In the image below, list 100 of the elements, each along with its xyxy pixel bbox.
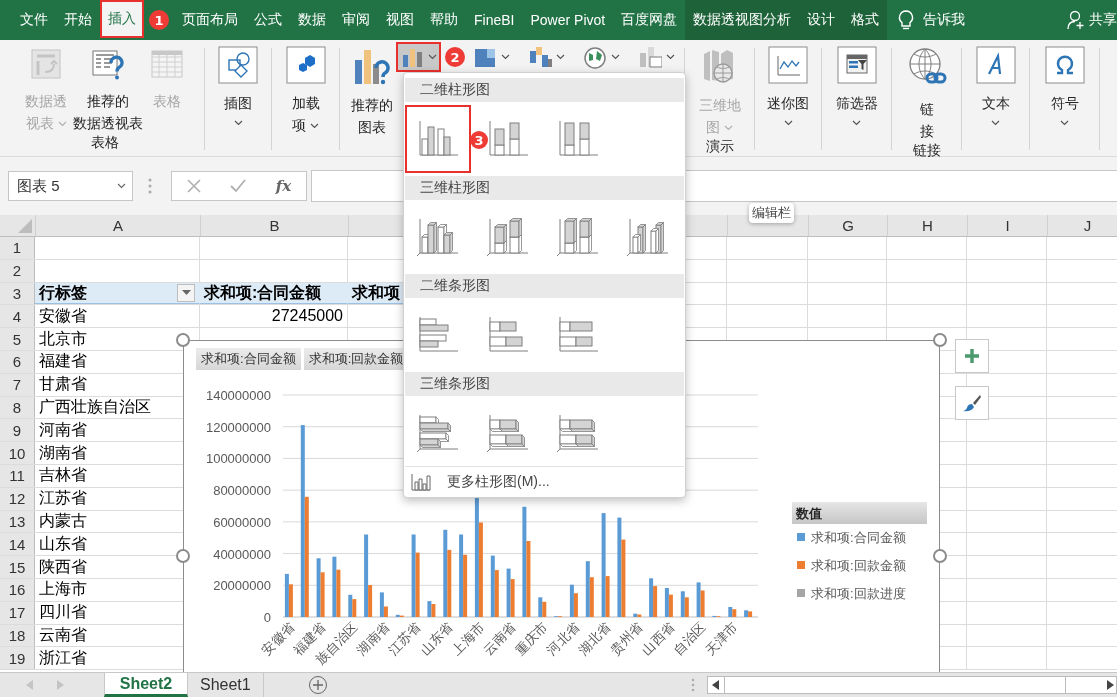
ribbon-tab[interactable]: 插入 — [100, 0, 144, 38]
select-all-icon — [18, 219, 32, 233]
ribbon-tab[interactable]: 帮助 — [422, 0, 466, 40]
pivot-table-icon — [28, 46, 64, 82]
column-header[interactable]: A — [113, 217, 123, 234]
sheet-tab[interactable]: Sheet1 — [188, 673, 264, 697]
sheet-tab[interactable]: Sheet2 — [104, 673, 188, 697]
lightbulb-icon — [897, 9, 916, 31]
horizontal-scrollbar[interactable] — [707, 676, 1117, 694]
ribbon-tab[interactable]: FineBI — [466, 0, 523, 40]
legend-label[interactable]: 求和项:回款进度 — [811, 586, 906, 601]
chart-styles-button[interactable] — [955, 386, 989, 420]
table-cell-text: 福建省 — [39, 351, 87, 372]
chart-type-option[interactable] — [625, 216, 671, 258]
ribbon-tab[interactable]: 页面布局 — [174, 0, 246, 40]
chart-type-button[interactable] — [396, 42, 441, 72]
caret-icon — [501, 54, 510, 60]
chart-type-option[interactable] — [405, 105, 471, 173]
column-header[interactable]: G — [842, 217, 854, 234]
ribbon-button[interactable]: 迷你图 — [764, 42, 812, 150]
dropdown-arrow-icon — [181, 290, 191, 296]
resize-handle[interactable] — [933, 333, 947, 347]
caret-icon — [428, 54, 437, 60]
chart-type-option[interactable] — [415, 412, 461, 454]
chart-elements-button[interactable] — [955, 339, 989, 373]
legend-label[interactable]: 求和项:合同金额 — [811, 530, 906, 545]
ribbon-button[interactable]: 加载 项 — [282, 42, 329, 150]
ribbon-tab[interactable]: 开始 — [56, 0, 100, 40]
ribbon-tab[interactable]: 数据透视图分析 — [685, 0, 800, 40]
chart-preview-icon — [556, 119, 600, 159]
scroll-thumb[interactable] — [724, 677, 1066, 693]
sparkline-icon — [768, 46, 808, 84]
chart-preview-icon — [416, 119, 460, 159]
ribbon-tab[interactable]: Power Pivot — [522, 0, 614, 40]
chart-preview-icon — [486, 217, 530, 257]
share-button[interactable]: 共享 — [1067, 0, 1117, 40]
chart-type-option[interactable] — [555, 412, 601, 454]
chart-type-option[interactable] — [415, 216, 461, 258]
table-cell-text: 山东省 — [39, 533, 87, 554]
caret-icon — [666, 54, 675, 60]
ribbon-button[interactable]: 文本 — [972, 42, 1019, 150]
chart-type-option[interactable] — [555, 216, 601, 258]
tooltip: 编辑栏 — [749, 203, 794, 223]
legend-title: 数值 — [796, 506, 822, 521]
step-badge: 3 — [470, 131, 488, 149]
group-label: 演示 — [704, 138, 735, 156]
ribbon-button[interactable]: 筛选器 — [832, 42, 881, 150]
menu-section-header: 二维条形图 — [405, 274, 684, 298]
chart-preview-icon — [556, 217, 600, 257]
column-header[interactable]: J — [1083, 217, 1092, 234]
axis-label: 120000000 — [205, 419, 271, 435]
table-cell-text: 河南省 — [39, 419, 87, 440]
menu-section-header: 三维条形图 — [405, 372, 684, 396]
axis-label: 20000000 — [213, 578, 271, 594]
table-cell-text: 湖南省 — [39, 442, 87, 463]
column-header[interactable]: B — [269, 217, 280, 234]
ribbon-button[interactable]: 插图 — [215, 42, 261, 150]
chart-type-option[interactable] — [485, 216, 531, 258]
axis-label: 60000000 — [213, 514, 271, 530]
filter-button[interactable] — [177, 284, 195, 302]
ribbon-button[interactable]: 推荐的 数据透视表 — [70, 42, 146, 134]
ribbon-button[interactable]: 推荐的 图表 — [348, 42, 396, 150]
table-cell-text: 吉林省 — [39, 465, 87, 486]
ribbon-tab[interactable]: 文件 — [12, 0, 56, 40]
ribbon-tab[interactable]: 审阅 — [334, 0, 378, 40]
field-button[interactable]: 求和项:合同金额 — [196, 348, 301, 370]
table-cell-text: 北京市 — [39, 328, 87, 349]
new-sheet-button[interactable] — [307, 673, 328, 697]
ribbon-button[interactable]: 符号 — [1041, 42, 1088, 150]
ribbon-tab[interactable]: 公式 — [246, 0, 290, 40]
chart-preview-icon — [626, 217, 670, 257]
name-box[interactable]: 图表 5 — [8, 171, 133, 201]
ribbon-tab[interactable]: 数据 — [290, 0, 334, 40]
axis-label: 0 — [263, 610, 271, 625]
axis-label: 80000000 — [213, 483, 271, 499]
caret-icon — [556, 54, 565, 60]
chart-preview-icon — [486, 119, 530, 159]
previous-sheet-icon — [26, 680, 34, 690]
more-charts-item[interactable]: 更多柱形图(M)... — [405, 466, 684, 497]
table-cell-text: 四川省 — [39, 602, 87, 623]
column-header[interactable]: H — [922, 217, 933, 234]
ribbon-button[interactable]: 链 接 — [901, 42, 952, 142]
ribbon-tab[interactable]: 格式 — [843, 0, 888, 40]
tell-me-button[interactable]: 告诉我 — [897, 0, 966, 40]
text-box-icon — [975, 46, 1016, 84]
resize-handle[interactable] — [933, 549, 947, 563]
column-header[interactable]: I — [1005, 217, 1010, 234]
legend-label[interactable]: 求和项:回款金额 — [811, 558, 906, 573]
ribbon-tab[interactable]: 设计 — [799, 0, 844, 40]
plus-icon — [964, 348, 980, 364]
check-icon — [230, 179, 247, 193]
resize-handle[interactable] — [176, 333, 190, 347]
ribbon-tab[interactable]: 百度网盘 — [613, 0, 686, 40]
resize-handle[interactable] — [176, 549, 190, 563]
globe-icon — [583, 45, 607, 69]
insert-function-button[interactable]: fx — [269, 175, 298, 197]
scroll-left-icon — [712, 680, 720, 690]
chart-type-option[interactable] — [485, 412, 531, 454]
ribbon-tab[interactable]: 视图 — [378, 0, 422, 40]
chart-preview-icon — [416, 217, 460, 257]
